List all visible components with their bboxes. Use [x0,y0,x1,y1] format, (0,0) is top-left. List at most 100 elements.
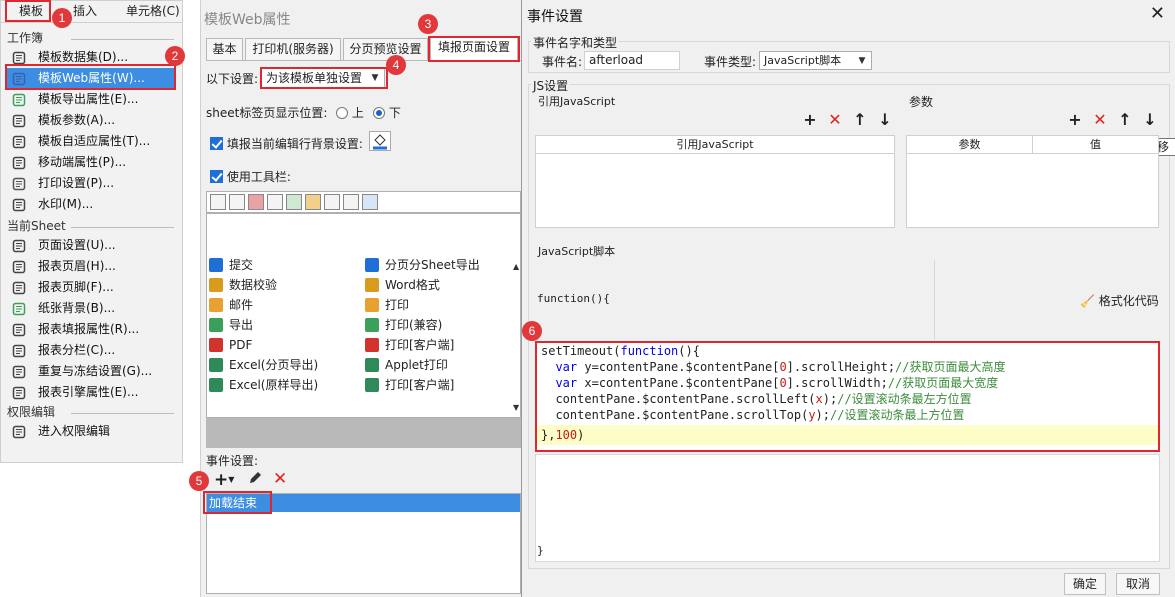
highlight-web-properties [5,64,176,90]
toolbar-button-option[interactable]: Applet打印 [365,356,448,374]
tab-basic[interactable]: 基本 [206,38,243,60]
edit-icon[interactable] [229,194,245,210]
radio-bottom[interactable] [373,107,385,119]
menu-item-mobile[interactable]: 移动端属性(P)... [1,152,182,173]
menu-item-form[interactable]: 报表填报属性(R)... [1,319,182,340]
js-code-editor-rest[interactable] [535,454,1160,562]
toolbar-button-option[interactable]: Excel(原样导出) [209,376,318,394]
code-line-2: var y=contentPane.$contentPane[0].scroll… [541,359,1006,375]
fill-bg-option[interactable]: 填报当前编辑行背景设置: [210,135,363,152]
code-line-2-text: var y=contentPane.$contentPane[0].scroll… [555,360,1006,374]
fill-bg-checkbox[interactable] [210,137,223,150]
toolbar-button-option[interactable]: 打印[客户端] [365,336,454,354]
menu-item-page-setup[interactable]: 页面设置(U)... [1,235,182,256]
menu-item-printer[interactable]: 打印设置(P)... [1,173,182,194]
js-code-editor[interactable]: setTimeout(function(){ var y=contentPane… [535,341,1160,452]
add-event-button[interactable]: +▼ [214,470,234,490]
menu-item-label: 水印(M)... [38,197,94,211]
format-code-button[interactable]: 🧹 格式化代码 [1080,292,1159,309]
move-up-param-button[interactable]: ↑ [1117,110,1133,129]
menu-item-image[interactable]: 纸张背景(B)... [1,298,182,319]
sheet-tab-position-label: sheet标签页显示位置: [206,106,328,120]
button-option-icon [209,378,223,392]
code-line-1-text: setTimeout(function(){ [541,344,700,358]
menu-item-permission[interactable]: 进入权限编辑 [1,421,182,442]
printer-icon[interactable] [267,194,283,210]
use-toolbar-checkbox[interactable] [210,170,223,183]
menu-item-export[interactable]: 模板导出属性(E)... [1,89,182,110]
menu-item-label: 报表页脚(F)... [38,280,114,294]
toolbar-gray-area [206,418,521,448]
adaptive-icon [12,135,26,149]
menu-item-stamp[interactable]: 水印(M)... [1,194,182,215]
add-param-button[interactable]: + [1067,110,1083,129]
scroll-up-icon[interactable]: ▲ [513,262,519,271]
paint-bucket-icon[interactable] [369,131,391,151]
event-name-input[interactable]: afterload [584,51,680,70]
close-icon[interactable]: ✕ [1150,3,1165,24]
add-ref-js-button[interactable]: + [802,110,818,129]
chevron-down-icon: ▼ [858,56,866,66]
menu-item-freeze[interactable]: 重复与冻结设置(G)... [1,361,182,382]
toolbar-button-option[interactable]: 打印(兼容) [365,316,442,334]
value-column-header: 值 [1033,136,1158,154]
edit-event-button[interactable] [247,470,263,489]
toolbar-button-option[interactable]: 导出 [209,316,253,334]
mail-icon[interactable] [305,194,321,210]
ref-js-table[interactable]: 引用JavaScript [535,135,895,228]
toolbar-button-option[interactable]: 分页分Sheet导出 [365,256,480,274]
ref-js-label: 引用JavaScript [538,95,616,108]
window-icon[interactable] [362,194,378,210]
menu-item-footer[interactable]: 报表页脚(F)... [1,277,182,298]
hierarchy-icon[interactable] [324,194,340,210]
export-icon [12,93,26,107]
toolbar-button-option[interactable]: 邮件 [209,296,253,314]
menu-item-engine[interactable]: 报表引擎属性(E)... [1,382,182,403]
radio-top[interactable] [336,107,348,119]
save-icon[interactable] [210,194,226,210]
menu-item-label: 模板数据集(D)... [38,50,129,64]
delete-event-button[interactable]: ✕ [273,469,287,489]
menu-item-label: 报表分栏(C)... [38,343,116,357]
tab-paging-preview[interactable]: 分页预览设置 [343,38,428,60]
menu-tab-cell[interactable]: 单元格(C) [126,1,180,23]
params-table[interactable]: 参数 值 [906,135,1159,228]
delete-ref-js-button[interactable]: ✕ [827,110,843,129]
code-line-1: setTimeout(function(){ [541,343,700,359]
menu-item-header[interactable]: 报表页眉(H)... [1,256,182,277]
toolbar-button-option[interactable]: 提交 [209,256,253,274]
menu-item-parameter[interactable]: 模板参数(A)... [1,110,182,131]
move-down-param-button[interactable]: ↓ [1142,110,1158,129]
toolbar-button-option[interactable]: 数据校验 [209,276,277,294]
export-icon[interactable] [286,194,302,210]
ok-button[interactable]: 确定 [1064,573,1106,595]
menu-tab-insert[interactable]: 插入 [73,1,97,23]
toolbar-button-option[interactable]: Word格式 [365,276,440,294]
format-code-label: 格式化代码 [1098,294,1159,308]
menu-item-label: 模板自适应属性(T)... [38,134,151,148]
menu-item-adaptive[interactable]: 模板自适应属性(T)... [1,131,182,152]
use-toolbar-option[interactable]: 使用工具栏: [210,168,291,185]
toolbar-button-option[interactable]: Excel(分页导出) [209,356,318,374]
toolbar-button-option[interactable]: 打印[客户端] [365,376,454,394]
tab-printer-server[interactable]: 打印机(服务器) [245,38,341,60]
button-option-label: 打印[客户端] [385,378,455,392]
move-up-ref-js-button[interactable]: ↑ [852,110,868,129]
radio-top-option[interactable]: 上 [336,104,364,121]
highlight-settings-select [260,67,388,89]
scroll-down-icon[interactable]: ▼ [513,403,519,412]
step-badge-3: 3 [418,14,438,34]
radio-bottom-option[interactable]: 下 [373,104,401,121]
menu-item-columns[interactable]: 报表分栏(C)... [1,340,182,361]
code-line-4: contentPane.$contentPane.scrollLeft(x);/… [541,391,971,407]
pdf-icon[interactable] [248,194,264,210]
event-type-select[interactable]: JavaScript脚本 ▼ [759,51,872,70]
delete-param-button[interactable]: ✕ [1092,110,1108,129]
toolbar-button-option[interactable]: 打印 [365,296,409,314]
toolbar-button-option[interactable]: PDF [209,336,252,354]
filter-icon[interactable] [343,194,359,210]
cancel-button[interactable]: 取消 [1116,573,1160,595]
move-down-ref-js-button[interactable]: ↓ [877,110,893,129]
event-name-label: 事件名: [542,55,583,69]
engine-icon [12,386,26,400]
